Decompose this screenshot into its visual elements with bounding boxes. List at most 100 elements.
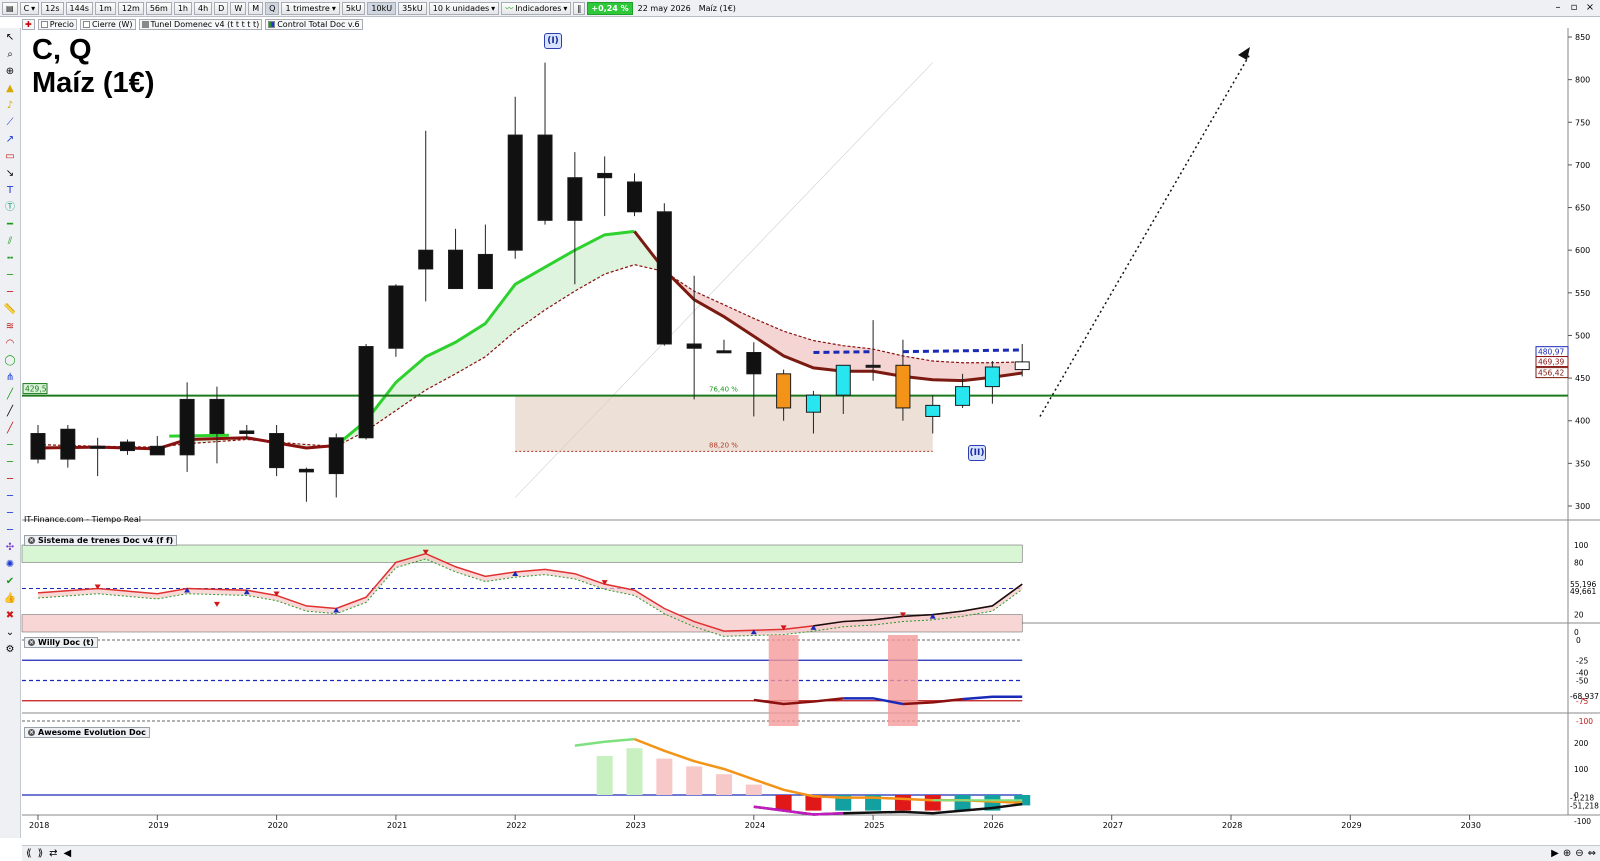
year-label: 2020 [268, 821, 288, 830]
candle-body [865, 364, 881, 368]
bottom-icon-a[interactable]: ⟪ [26, 848, 32, 859]
p3-tick-label: -100 [1574, 817, 1591, 826]
zoom-out-icon[interactable]: ⊖ [1575, 848, 1583, 859]
candle-body [537, 134, 553, 221]
pane-title-trenes[interactable]: × Sistema de trenes Doc v4 (f f) [24, 535, 178, 546]
candle-body [179, 398, 195, 456]
year-label: 2023 [626, 821, 646, 830]
year-label: 2030 [1461, 821, 1481, 830]
p3-tick-label: 100 [1574, 765, 1589, 774]
wave-label-1: (I) [544, 33, 562, 49]
candle-body [716, 350, 732, 354]
fib-882-label: 88,20 % [709, 441, 738, 449]
candle-body [1014, 361, 1030, 371]
year-label: 2019 [148, 821, 168, 830]
p3-bar [686, 766, 703, 795]
bottom-icons-left: ⟪ ⟫ ⇄ ◀ [26, 848, 71, 859]
p1-overbought-zone [21, 544, 1023, 563]
p2-tick-label: -50 [1576, 677, 1588, 686]
candle-body [656, 211, 672, 345]
close-pane-icon[interactable]: × [28, 537, 35, 544]
pane-title-trenes-label: Sistema de trenes Doc v4 (f f) [38, 536, 174, 545]
candle-body [119, 441, 135, 452]
trading-app: ▤ C ▾ 12s 144s 1m 12m 56m 1h 4h D W M Q 1… [0, 0, 1600, 861]
p2-willy-bull-b [962, 695, 1023, 701]
p3-signal-line-magenta [753, 805, 844, 816]
price-tag-c: 456,42 [1538, 369, 1564, 378]
support-tag: 429,5 [25, 385, 47, 394]
p2-tick-label: -25 [1576, 656, 1588, 665]
candle-body [805, 394, 821, 413]
p3-bar [626, 748, 643, 795]
candle-body [776, 373, 792, 409]
year-label: 2018 [29, 821, 49, 830]
pane-title-awesome[interactable]: × Awesome Evolution Doc [24, 727, 150, 738]
candle-body [90, 445, 106, 449]
candle-body [209, 398, 225, 435]
candle-body [60, 428, 76, 460]
fit-icon[interactable]: ⇔ [1588, 848, 1596, 859]
p3-bar [715, 774, 732, 795]
price-tick-label: 750 [1575, 118, 1590, 127]
chart-canvas[interactable]: 85080075070065060055050045040035030076,4… [0, 0, 1600, 861]
p2-tick-label: -100 [1576, 717, 1593, 726]
year-label: 2027 [1103, 821, 1123, 830]
price-tick-label: 700 [1575, 161, 1590, 170]
p3-bar [894, 795, 911, 811]
scroll-right-icon[interactable]: ▶ [1551, 848, 1559, 859]
chart-title-symbol: C, Q [32, 34, 92, 66]
candle-body [746, 352, 762, 375]
pane-title-willy-label: Willy Doc (t) [38, 638, 94, 647]
price-tick-label: 800 [1575, 76, 1590, 85]
p3-bar [656, 758, 673, 795]
year-label: 2022 [506, 821, 526, 830]
bottom-icon-b[interactable]: ⟫ [38, 848, 44, 859]
p1-tick-label: 100 [1574, 541, 1589, 550]
close-pane-icon[interactable]: × [28, 729, 35, 736]
price-tick-label: 450 [1575, 374, 1590, 383]
p3-bar [775, 795, 792, 811]
price-tick-label: 600 [1575, 246, 1590, 255]
candle-body [239, 430, 255, 435]
p1-tick-label: 20 [1574, 611, 1584, 620]
chart-title-name: Maíz (1€) [32, 67, 155, 99]
candle-body [149, 445, 165, 456]
p2-value: -68,937 [1570, 692, 1599, 701]
pane-title-willy[interactable]: × Willy Doc (t) [24, 637, 98, 648]
price-tick-label: 650 [1575, 204, 1590, 213]
zoom-in-icon[interactable]: ⊕ [1563, 848, 1571, 859]
year-label: 2025 [864, 821, 884, 830]
year-label: 2028 [1222, 821, 1242, 830]
bottom-icon-d[interactable]: ◀ [64, 848, 72, 859]
candle-body [984, 366, 1000, 388]
p3-bar [924, 795, 941, 811]
tunnel-fast-line-bull-mini [169, 433, 229, 438]
p1-sell-marker [213, 601, 220, 607]
price-tag-a: 480,97 [1538, 348, 1564, 357]
p2-highlight-b [888, 635, 918, 726]
candle-body [835, 364, 851, 396]
close-pane-icon[interactable]: × [28, 639, 35, 646]
candle-body [686, 343, 702, 349]
candle-body [955, 386, 971, 406]
candle-body [358, 346, 374, 439]
chart-title: C, Q Maíz (1€) [32, 34, 154, 100]
p3-bar [745, 784, 762, 795]
candle-body [448, 249, 464, 290]
bottom-icon-c[interactable]: ⇄ [49, 848, 57, 859]
wave-label-2: (II) [968, 445, 986, 461]
candle-body [507, 134, 523, 251]
candle-body [298, 468, 314, 473]
p1-value-b: 49,661 [1570, 587, 1596, 596]
price-tick-label: 500 [1575, 331, 1590, 340]
year-label: 2024 [745, 821, 765, 830]
candle-body [477, 253, 493, 290]
candle-body [597, 172, 613, 179]
p3-ao-line-bull [574, 737, 635, 747]
fib-764-label: 76,40 % [709, 386, 738, 394]
bottom-scrollbar[interactable]: ⟪ ⟫ ⇄ ◀ ▶ ⊕ ⊖ ⇔ [22, 845, 1600, 861]
p3-bar [596, 756, 613, 795]
bottom-icons-right: ▶ ⊕ ⊖ ⇔ [1551, 848, 1596, 859]
candle-body [269, 433, 285, 469]
candle-body [30, 433, 46, 460]
